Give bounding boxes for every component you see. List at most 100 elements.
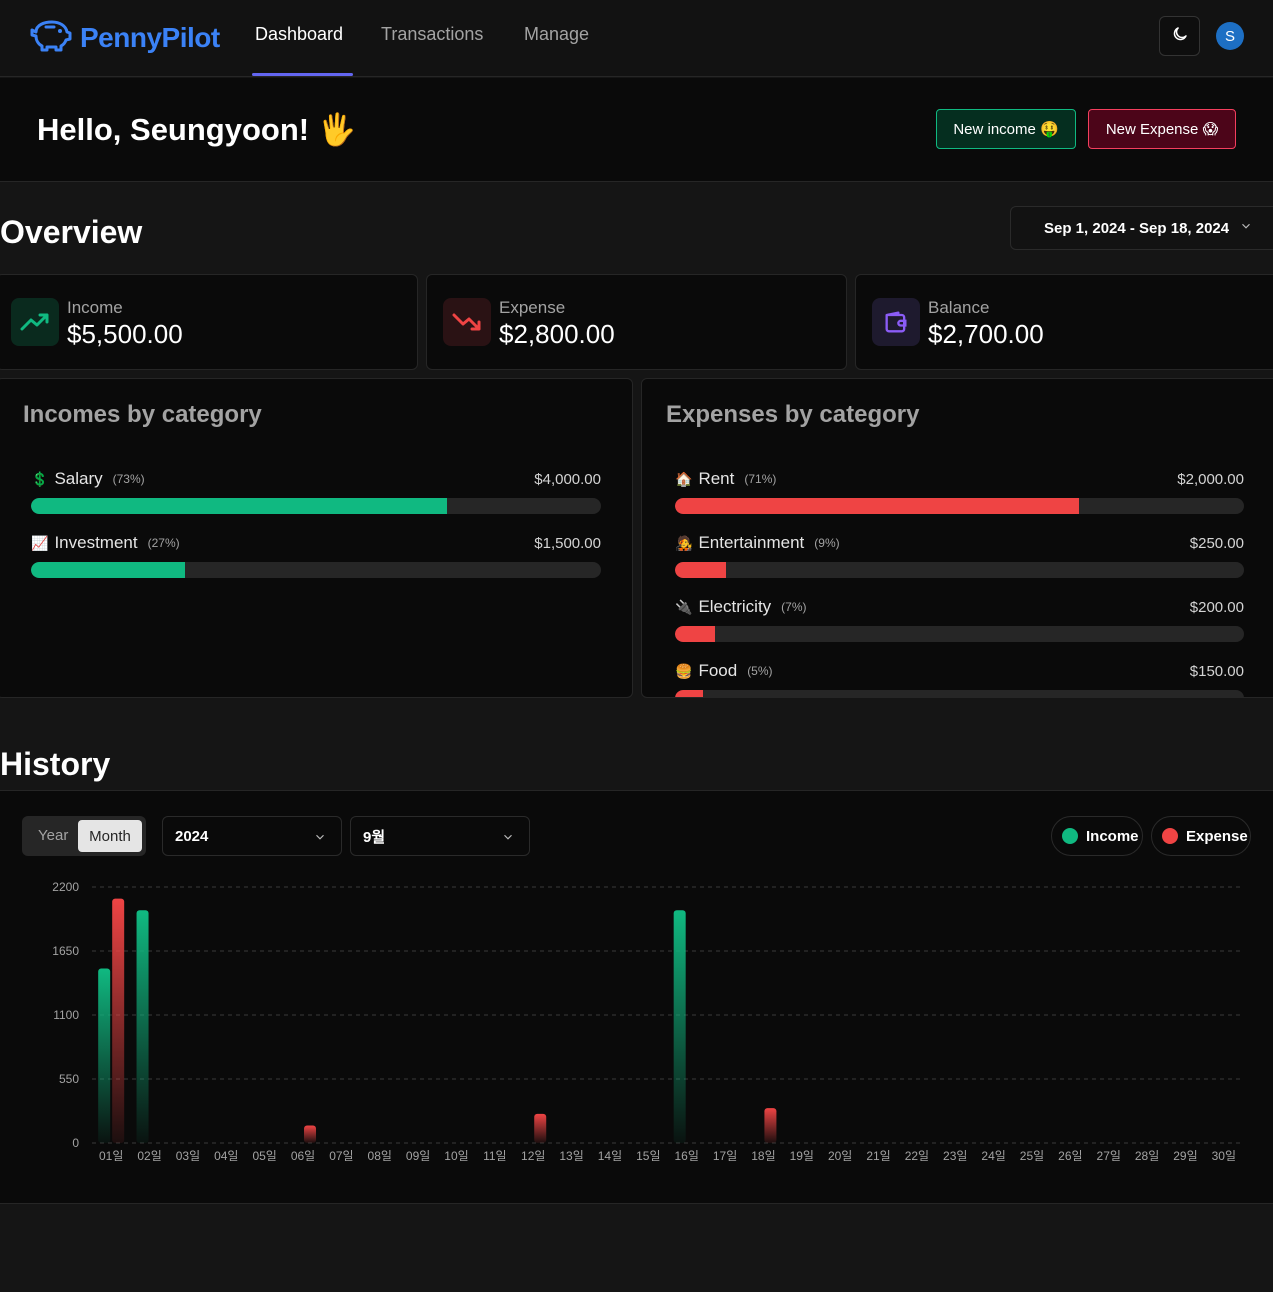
chevron-down-icon [1239,219,1253,237]
category-amount: $1,500.00 [534,535,601,552]
category-name: 🧑‍🎤 Entertainment (9%) [675,533,840,553]
x-tick-label: 21일 [866,1149,890,1163]
category-label: Electricity [698,597,772,616]
x-tick-label: 07일 [329,1149,353,1163]
x-tick-label: 05일 [252,1149,276,1163]
y-tick-label: 550 [59,1072,79,1086]
x-tick-label: 03일 [176,1149,200,1163]
category-progress-bar [675,626,1244,642]
new-expense-button[interactable]: New Expense 😱 [1088,109,1236,149]
nav-link-manage[interactable]: Manage [524,24,589,45]
x-tick-label: 26일 [1058,1149,1082,1163]
y-tick-label: 2200 [52,880,79,894]
category-progress-fill [675,498,1079,514]
category-emoji-icon: 🔌 [675,598,693,615]
category-row: 🔌 Electricity (7%) $200.00 [675,597,1244,642]
category-amount: $2,000.00 [1177,471,1244,488]
x-tick-label: 29일 [1173,1149,1197,1163]
x-tick-label: 28일 [1135,1149,1159,1163]
expense-bar[interactable] [764,1108,777,1143]
category-amount: $200.00 [1189,599,1244,616]
year-select-value: 2024 [175,827,209,845]
category-row: 💲 Salary (73%) $4,000.00 [31,469,601,514]
category-percent: (7%) [781,600,807,614]
month-select[interactable]: 9월 [350,816,530,856]
expense-bar[interactable] [304,1125,317,1143]
greeting-bar: Hello, Seungyoon! 🖐 New income 🤑 New Exp… [0,78,1273,182]
income-dot-icon [1062,828,1078,844]
x-tick-label: 20일 [828,1149,852,1163]
expense-bar[interactable] [534,1113,547,1143]
y-tick-label: 0 [72,1136,79,1150]
nav-link-transactions[interactable]: Transactions [381,24,483,45]
new-income-button[interactable]: New income 🤑 [936,109,1076,149]
month-select-value: 9월 [363,828,386,846]
theme-toggle-button[interactable] [1159,16,1200,56]
expense-dot-icon [1162,828,1178,844]
chevron-down-icon [313,830,327,848]
category-progress-bar [675,498,1244,514]
x-tick-label: 16일 [674,1149,698,1163]
category-label: Entertainment [698,533,805,552]
year-select[interactable]: 2024 [162,816,342,856]
income-bar[interactable] [673,910,686,1143]
x-tick-label: 12일 [521,1149,545,1163]
x-tick-label: 02일 [137,1149,161,1163]
category-label: Food [698,661,738,680]
category-progress-fill [675,562,727,578]
trending-up-icon [11,298,59,346]
brand-logo[interactable]: PennyPilot [30,18,220,57]
legend-expense[interactable]: Expense [1151,816,1251,856]
chevron-down-icon [501,830,515,848]
period-month-button[interactable]: Month [78,820,142,852]
income-value: $5,500.00 [67,319,183,349]
category-progress-bar [675,562,1244,578]
period-year-button[interactable]: Year [38,827,68,844]
x-tick-label: 19일 [790,1149,814,1163]
history-panel: Year Month 2024 9월 Income Expense 0 550 … [0,790,1273,1204]
legend-expense-label: Expense [1186,827,1248,845]
category-progress-bar [675,690,1244,697]
date-range-picker[interactable]: Sep 1, 2024 - Sep 18, 2024 [1010,206,1273,250]
balance-stat-card: Balance $2,700.00 [855,274,1273,370]
expense-bar[interactable] [112,898,125,1143]
history-title: History [0,746,111,782]
category-emoji-icon: 💲 [31,470,49,487]
x-tick-label: 15일 [636,1149,660,1163]
income-bar[interactable] [98,968,111,1143]
x-tick-label: 01일 [99,1149,123,1163]
category-label: Rent [698,469,735,488]
category-label: Investment [54,533,138,552]
expense-label: Expense [499,298,566,317]
expense-value: $2,800.00 [499,319,615,349]
period-toggle: Year Month [22,816,146,856]
incomes-by-category-panel: Incomes by category 💲 Salary (73%) $4,000.0… [0,378,633,698]
category-progress-fill [675,626,715,642]
category-progress-bar [31,498,601,514]
x-tick-label: 13일 [559,1149,583,1163]
category-emoji-icon: 🍔 [675,662,693,679]
top-nav: PennyPilot Dashboard Transactions Manage… [0,0,1273,77]
legend-income[interactable]: Income [1051,816,1143,856]
x-tick-label: 23일 [943,1149,967,1163]
x-tick-label: 17일 [713,1149,737,1163]
balance-label: Balance [928,298,990,317]
x-tick-label: 27일 [1097,1149,1121,1163]
user-avatar[interactable]: S [1216,22,1244,50]
category-row: 🏠 Rent (71%) $2,000.00 [675,469,1244,514]
income-bar[interactable] [136,910,149,1143]
category-percent: (9%) [814,536,840,550]
y-tick-label: 1100 [53,1008,79,1022]
expense-stat-card: Expense $2,800.00 [426,274,847,370]
legend-income-label: Income [1086,827,1139,845]
category-amount: $250.00 [1189,535,1244,552]
nav-link-dashboard[interactable]: Dashboard [255,24,343,45]
history-bar-chart: 0 550 1100 1650 2200 01일 02일 03일 04일 05일 06일 07일 08일… [52,880,1243,1163]
wallet-icon [872,298,920,346]
expenses-by-category-title: Expenses by category [666,401,920,428]
brand-name: PennyPilot [80,21,220,53]
category-amount: $150.00 [1189,663,1244,680]
x-tick-label: 10일 [444,1149,468,1163]
category-name: 🔌 Electricity (7%) [675,597,807,617]
category-amount: $4,000.00 [534,471,601,488]
